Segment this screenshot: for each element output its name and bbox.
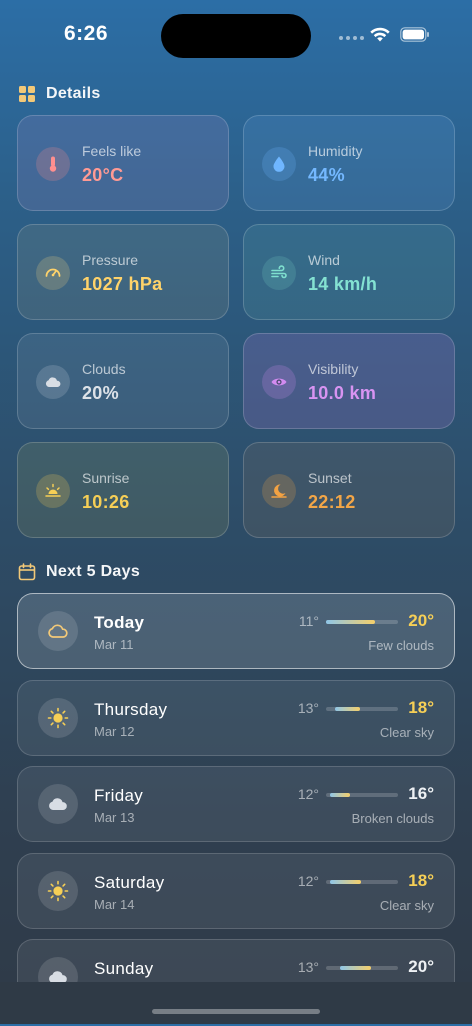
- humidity-label: Humidity: [308, 143, 363, 159]
- day-name: Friday: [94, 786, 144, 805]
- wifi-icon: [370, 27, 390, 42]
- humidity-card[interactable]: Humidity 44%: [243, 115, 455, 211]
- eye-icon: [262, 365, 296, 399]
- day-low: 13°: [297, 699, 319, 716]
- battery-icon: [400, 27, 429, 42]
- details-grid: Feels like 20°C Humidity 44% Pressure 10…: [17, 115, 455, 538]
- wind-value: 14 km/h: [308, 274, 378, 294]
- temp-range-bar: [326, 793, 398, 797]
- day-date: Mar 12: [94, 723, 135, 739]
- day-high: 16°: [408, 784, 434, 803]
- day-description: Broken clouds: [351, 811, 434, 826]
- temp-range-fill: [340, 966, 371, 970]
- clouds-label: Clouds: [82, 361, 126, 377]
- sunset-icon: [262, 474, 296, 508]
- forecast-day-thursday[interactable]: Thursday Mar 12 13° 18° Clear sky: [17, 679, 455, 756]
- feels-like-label: Feels like: [82, 143, 142, 159]
- pressure-label: Pressure: [82, 252, 139, 268]
- day-date: Mar 14: [94, 896, 135, 912]
- day-high: 18°: [408, 697, 434, 717]
- sunset-value: 22:12: [308, 492, 356, 512]
- forecast-list: Today Mar 11 11° 20° Few clouds Thursday…: [17, 593, 455, 1026]
- status-bar: 6:26: [0, 0, 472, 70]
- temp-range-bar: [326, 966, 398, 970]
- day-name: Sunday: [94, 959, 154, 978]
- day-high: 18°: [408, 870, 434, 890]
- day-low: 12°: [297, 786, 319, 802]
- day-description: Clear sky: [379, 724, 434, 740]
- cloud-icon: [36, 365, 70, 399]
- clouds-card[interactable]: Clouds 20%: [17, 333, 229, 429]
- wind-icon: [262, 256, 296, 290]
- day-description: Clear sky: [379, 897, 434, 913]
- forecast-day-friday[interactable]: Friday Mar 13 12° 16° Broken clouds: [17, 766, 455, 842]
- home-indicator[interactable]: [152, 1009, 320, 1014]
- temp-range-bar: [326, 879, 398, 884]
- sunrise-card[interactable]: Sunrise 10:26: [17, 442, 229, 538]
- day-date: Mar 11: [94, 637, 134, 652]
- cloud-icon: [38, 784, 78, 824]
- sunset-card[interactable]: Sunset 22:12: [243, 442, 455, 538]
- day-low: 12°: [297, 872, 319, 889]
- pressure-card[interactable]: Pressure 1027 hPa: [17, 224, 229, 320]
- temp-range-fill: [329, 879, 361, 884]
- temp-range-fill: [334, 706, 360, 711]
- visibility-value: 10.0 km: [308, 383, 377, 403]
- sun-icon: [38, 870, 78, 911]
- cloud-outline-icon: [38, 611, 78, 651]
- sunset-label: Sunset: [308, 470, 352, 486]
- day-low: 13°: [297, 959, 319, 975]
- feels-like-card[interactable]: Feels like 20°C: [17, 115, 229, 211]
- day-name: Saturday: [94, 872, 165, 892]
- pressure-value: 1027 hPa: [82, 274, 163, 294]
- day-description: Few clouds: [368, 638, 434, 653]
- thermometer-icon: [36, 147, 70, 181]
- calendar-icon: [18, 563, 36, 581]
- day-name: Thursday: [94, 699, 168, 719]
- gauge-icon: [36, 256, 70, 290]
- day-high: 20°: [408, 957, 434, 976]
- sunrise-value: 10:26: [82, 492, 130, 512]
- day-date: Mar 13: [94, 810, 135, 825]
- forecast-day-saturday[interactable]: Saturday Mar 14 12° 18° Clear sky: [17, 852, 455, 929]
- sun-icon: [38, 697, 78, 738]
- feels-like-value: 20°C: [82, 165, 124, 185]
- sunrise-icon: [36, 474, 70, 508]
- day-high: 20°: [408, 611, 434, 630]
- status-time: 6:26: [64, 22, 109, 45]
- dynamic-island: [161, 14, 311, 58]
- temp-range-bar: [326, 706, 398, 711]
- day-name: Today: [94, 613, 145, 632]
- grid-icon: [19, 86, 35, 102]
- visibility-card[interactable]: Visibility 10.0 km: [243, 333, 455, 429]
- wind-card[interactable]: Wind 14 km/h: [243, 224, 455, 320]
- details-header: Details: [18, 85, 101, 103]
- tab-bar-background: [0, 982, 472, 1024]
- visibility-label: Visibility: [308, 361, 359, 377]
- day-low: 11°: [298, 613, 319, 629]
- wind-label: Wind: [308, 252, 340, 268]
- clouds-value: 20%: [82, 383, 119, 403]
- details-title: Details: [46, 85, 101, 102]
- forecast-title: Next 5 Days: [46, 563, 141, 580]
- forecast-day-today[interactable]: Today Mar 11 11° 20° Few clouds: [17, 593, 455, 669]
- sunrise-label: Sunrise: [82, 470, 130, 486]
- water-drop-icon: [262, 147, 296, 181]
- temp-range-fill: [329, 793, 350, 797]
- humidity-value: 44%: [308, 165, 345, 185]
- temp-range-fill: [326, 620, 375, 624]
- signal-dots-icon: [339, 36, 364, 40]
- forecast-header: Next 5 Days: [18, 563, 140, 581]
- temp-range-bar: [326, 620, 398, 624]
